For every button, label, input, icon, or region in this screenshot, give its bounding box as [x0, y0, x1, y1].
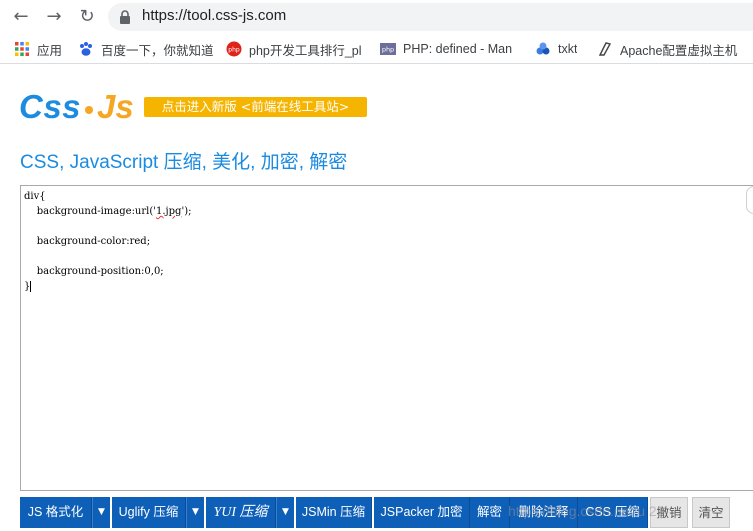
spellcheck-word: 1.jpg [156, 206, 182, 217]
uglify-button[interactable]: Uglify 压缩 [112, 497, 186, 528]
jspacker-button[interactable]: JSPacker 加密 [374, 497, 470, 528]
remove-comments-button[interactable]: 删除注释 [510, 497, 578, 528]
forward-arrow-icon[interactable]: → [42, 5, 66, 29]
bookmark-baidu[interactable]: 百度一下，你就知道 [78, 40, 218, 58]
js-format-dropdown[interactable]: ▼ [92, 497, 110, 528]
code-line-1: div{ [24, 191, 46, 202]
bookmark-php-tools[interactable]: php php开发工具排行_pl [226, 40, 366, 58]
page-title: CSS, JavaScript 压缩, 美化, 加密, 解密 [20, 152, 348, 173]
apache-icon [598, 42, 612, 56]
caret-down-icon: ▼ [98, 507, 105, 517]
svg-text:php: php [382, 46, 394, 54]
code-line-5: } [24, 281, 32, 292]
uglify-dropdown[interactable]: ▼ [186, 497, 204, 528]
url-text[interactable]: https://tool.css-js.com [142, 7, 286, 24]
site-logo[interactable]: Css Js [19, 88, 134, 128]
svg-text:php: php [228, 47, 240, 54]
code-line-2: background-image:url('1.jpg'); [24, 206, 192, 217]
caret-down-icon: ▼ [192, 507, 199, 517]
php-net-icon: php [380, 43, 396, 55]
code-line-3: background-color:red; [24, 236, 151, 247]
url-bar[interactable]: https://tool.css-js.com [108, 3, 753, 31]
txkt-icon [536, 42, 550, 55]
back-arrow-icon[interactable]: ← [9, 5, 33, 29]
yui-button[interactable]: YUI 压缩 [206, 497, 276, 528]
js-format-button[interactable]: JS 格式化 [20, 497, 92, 528]
bookmark-php-defined[interactable]: php PHP: defined - Man [380, 40, 520, 58]
text-caret [30, 281, 32, 292]
code-editor[interactable]: div{ background-image:url('1.jpg'); back… [20, 185, 753, 491]
logo-dot [85, 105, 94, 114]
baidu-paw-icon [80, 42, 92, 56]
lock-icon [120, 10, 130, 24]
php-red-icon: php [226, 41, 242, 57]
bookmark-txkt[interactable]: txkt [535, 40, 577, 58]
bookmark-apache[interactable]: Apache配置虚拟主机 [597, 40, 753, 58]
caret-down-icon: ▼ [282, 507, 289, 517]
jsmin-button[interactable]: JSMin 压缩 [296, 497, 372, 528]
clear-button[interactable]: 清空 [692, 497, 730, 528]
yui-dropdown[interactable]: ▼ [276, 497, 294, 528]
reload-icon[interactable]: ↻ [75, 5, 99, 29]
bookmarks-bar: 应用 百度一下，你就知道 php php开发工具排行_pl php PHP: d… [0, 34, 753, 64]
editor-resize-handle[interactable] [746, 186, 753, 214]
undo-button[interactable]: 撤销 [650, 497, 688, 528]
decrypt-button[interactable]: 解密 [470, 497, 510, 528]
bookmark-apps[interactable]: 应用 [14, 40, 62, 58]
apps-grid-icon [15, 42, 29, 56]
browser-address-bar: ← → ↻ https://tool.css-js.com [0, 0, 753, 34]
css-compress-button[interactable]: CSS 压缩 [578, 497, 648, 528]
new-version-link[interactable]: 点击进入新版 <前端在线工具站> [144, 97, 367, 117]
code-line-4: background-position:0,0; [24, 266, 164, 277]
